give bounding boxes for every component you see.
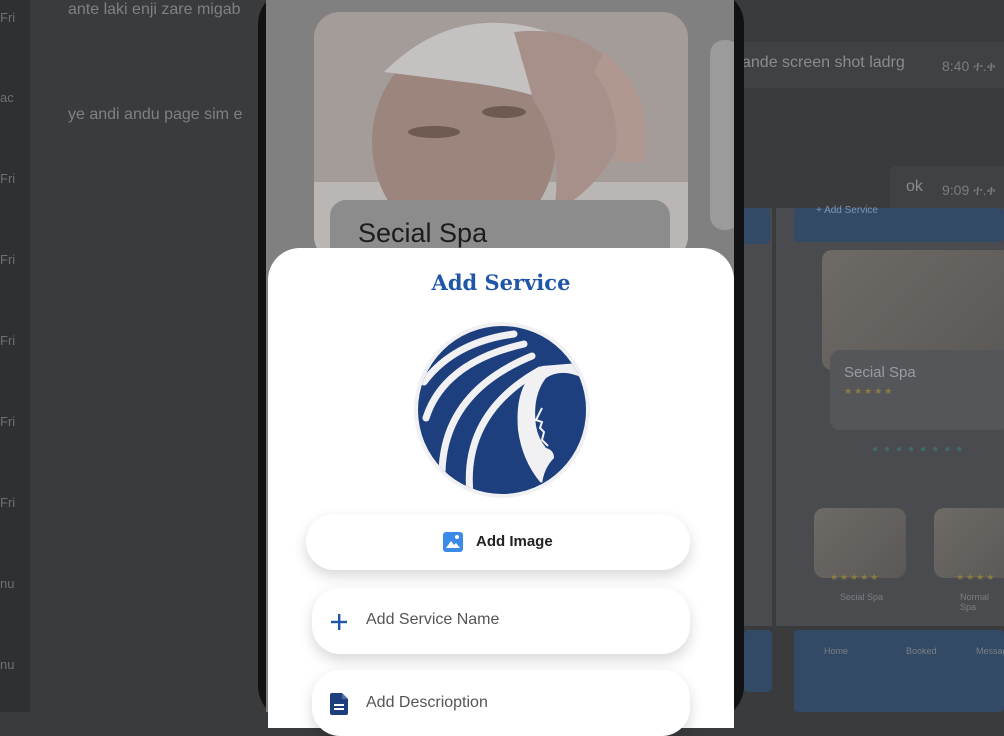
- screenshot-pager-dots: ●●●●●●●●: [872, 444, 969, 455]
- screenshot-card-title: Secial Spa: [844, 364, 916, 381]
- screenshot-item-label: Secial Spa: [840, 592, 884, 602]
- screenshot-stars: ★★★★★: [844, 386, 895, 396]
- chat-message: ye andi andu page sim e: [68, 106, 243, 123]
- screenshot-tab: Messages: [976, 646, 1004, 656]
- screenshot-add-label: + Add Service: [816, 205, 878, 216]
- spa-card-title: Secial Spa: [358, 218, 488, 248]
- screenshot-stars: ★★★★★: [830, 572, 881, 582]
- sheet-title: Add Service: [431, 270, 571, 295]
- chat-list-label: Fri: [0, 10, 16, 25]
- description-placeholder: Add Descrioption: [366, 694, 488, 711]
- service-name-placeholder: Add Service Name: [366, 611, 500, 628]
- image-icon: [443, 532, 463, 552]
- chat-list-strip: Fri ac Fri Fri Fri Fri Fri nu nu: [0, 0, 30, 712]
- screenshot-tab: Home: [824, 646, 849, 656]
- add-image-button[interactable]: Add Image: [306, 514, 690, 570]
- chat-bubble-outgoing: ande screen shot ladrg 8:40 ተ.ቀ: [736, 42, 1004, 88]
- service-logo-avatar[interactable]: [414, 322, 590, 498]
- chat-message: ante laki enji zare migab: [68, 1, 241, 18]
- message-time: 8:40 ተ.ቀ: [942, 58, 996, 74]
- screenshot-panel: + Add Service Secial Spa ★★★★★ ●●●●●●●● …: [776, 205, 1004, 626]
- chat-message: ande screen shot ladrg: [742, 54, 905, 71]
- chat-list-label: nu: [0, 657, 15, 672]
- chat-list-label: Fri: [0, 333, 16, 348]
- screenshot-thumb: [814, 508, 906, 578]
- screenshot-header: [744, 208, 770, 244]
- screenshot-header: + Add Service: [794, 205, 1004, 242]
- chat-list-label: Fri: [0, 414, 16, 429]
- screenshot-panel: [744, 208, 772, 626]
- screenshot-tabbar: [744, 630, 772, 692]
- next-card-peek: [710, 40, 734, 230]
- chat-list-label: nu: [0, 576, 15, 591]
- screenshot-tab: Booked: [906, 646, 937, 656]
- plus-icon: [331, 614, 347, 630]
- description-field[interactable]: Add Descrioption: [312, 670, 690, 736]
- chat-list-label: ac: [0, 90, 14, 105]
- chat-bubble-outgoing: ok 9:09 ተ.ቀ: [890, 166, 1004, 212]
- chat-list-label: Fri: [0, 252, 16, 267]
- message-time: 9:09 ተ.ቀ: [942, 182, 996, 198]
- chat-list-label: Fri: [0, 171, 16, 186]
- add-image-label: Add Image: [476, 533, 553, 550]
- service-name-field[interactable]: Add Service Name: [312, 588, 690, 654]
- chat-list-label: Fri: [0, 495, 16, 510]
- chat-message: ok: [906, 178, 923, 195]
- screenshot-tabbar: Home Booked Messages: [794, 630, 1004, 712]
- screenshot-thumb: [934, 508, 1004, 578]
- add-service-sheet: Add Service Add Image Add Service Name A…: [268, 248, 734, 736]
- screenshot-stars: ★★★★: [956, 572, 997, 582]
- screenshot-item-label: Normal Spa: [960, 592, 990, 612]
- salon-logo-icon: [418, 326, 586, 494]
